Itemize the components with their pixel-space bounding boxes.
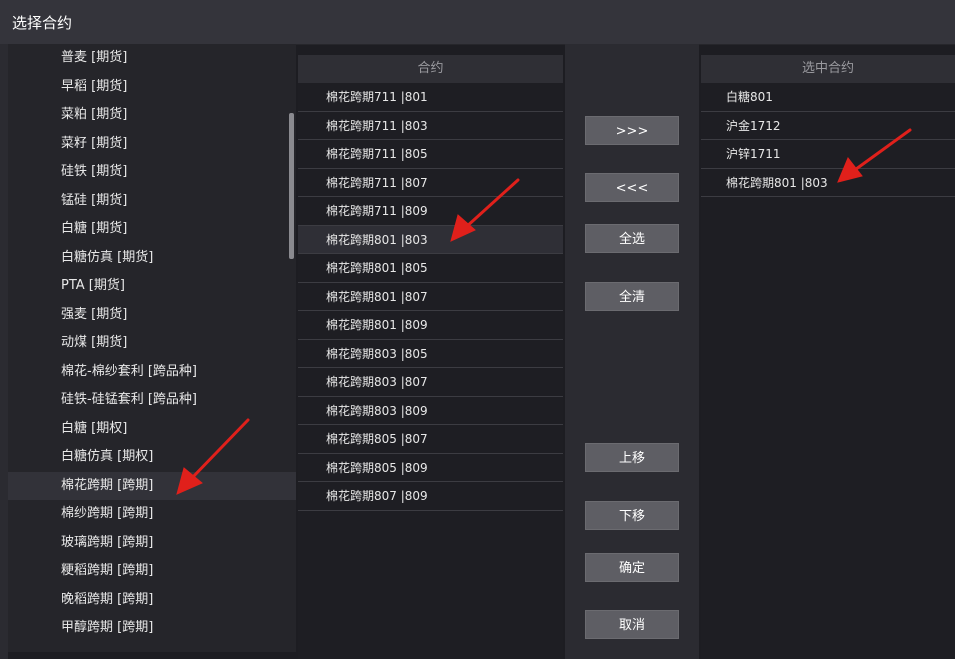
list-item[interactable]: 锰硅 [期货]: [8, 187, 296, 216]
table-row[interactable]: 棉花跨期801 |805: [298, 254, 563, 283]
table-row[interactable]: 白糖801: [701, 83, 955, 112]
table-row[interactable]: 棉花跨期711 |807: [298, 169, 563, 197]
contract-list: 合约 棉花跨期711 |801 棉花跨期711 |803 棉花跨期711 |80…: [298, 55, 563, 659]
list-item[interactable]: PTA [期货]: [8, 272, 296, 301]
table-row[interactable]: 棉花跨期711 |803: [298, 112, 563, 140]
cancel-button[interactable]: 取消: [585, 610, 679, 639]
list-item[interactable]: 晚稻跨期 [跨期]: [8, 586, 296, 615]
list-item[interactable]: 强麦 [期货]: [8, 301, 296, 330]
move-down-button[interactable]: 下移: [585, 501, 679, 530]
table-row[interactable]: 棉花跨期711 |809: [298, 197, 563, 226]
left-frame: [0, 44, 8, 659]
list-item[interactable]: 动煤 [期货]: [8, 329, 296, 358]
list-item[interactable]: 玻璃跨期 [跨期]: [8, 529, 296, 558]
list-item[interactable]: 菜籽 [期货]: [8, 130, 296, 159]
table-row[interactable]: 棉花跨期711 |805: [298, 140, 563, 169]
move-up-button[interactable]: 上移: [585, 443, 679, 472]
table-row-selected[interactable]: 棉花跨期801 |803: [298, 225, 563, 254]
window-title: 选择合约: [12, 14, 73, 32]
table-row[interactable]: 棉花跨期805 |809: [298, 454, 563, 482]
list-item[interactable]: 棉花-棉纱套利 [跨品种]: [8, 358, 296, 387]
contract-column-header: 合约: [298, 55, 563, 83]
title-bar: 选择合约: [0, 0, 955, 45]
table-row[interactable]: 棉花跨期711 |801: [298, 83, 563, 112]
table-row[interactable]: 沪锌1711: [701, 140, 955, 169]
list-item[interactable]: 菜粕 [期货]: [8, 101, 296, 130]
clear-all-button[interactable]: 全清: [585, 282, 679, 311]
list-item[interactable]: 白糖仿真 [期货]: [8, 244, 296, 273]
action-button-column: >>> <<< 全选 全清 上移 下移 确定 取消: [565, 44, 699, 659]
list-item[interactable]: 硅铁 [期货]: [8, 158, 296, 187]
remove-button[interactable]: <<<: [585, 173, 679, 202]
list-item[interactable]: 白糖仿真 [期权]: [8, 443, 296, 472]
table-row[interactable]: 棉花跨期805 |807: [298, 425, 563, 454]
list-item[interactable]: 白糖 [期货]: [8, 215, 296, 244]
list-item-selected[interactable]: 棉花跨期 [跨期]: [8, 471, 296, 500]
list-item[interactable]: 硅铁-硅锰套利 [跨品种]: [8, 386, 296, 415]
add-button[interactable]: >>>: [585, 116, 679, 145]
selected-contract-list: 选中合约 白糖801 沪金1712 沪锌1711 棉花跨期801 |803: [701, 55, 955, 659]
table-row[interactable]: 棉花跨期803 |805: [298, 340, 563, 368]
ok-button[interactable]: 确定: [585, 553, 679, 582]
list-item[interactable]: 棉纱跨期 [跨期]: [8, 500, 296, 529]
table-row[interactable]: 棉花跨期801 |803: [701, 169, 955, 197]
list-item[interactable]: 早稻 [期货]: [8, 73, 296, 102]
left-scrollbar[interactable]: [289, 113, 294, 259]
list-item[interactable]: 白糖 [期权]: [8, 415, 296, 444]
table-row[interactable]: 棉花跨期807 |809: [298, 482, 563, 511]
list-item[interactable]: 普麦 [期货]: [8, 44, 296, 73]
table-row[interactable]: 棉花跨期801 |809: [298, 311, 563, 340]
table-row[interactable]: 棉花跨期801 |807: [298, 283, 563, 311]
product-list: 普麦 [期货] 早稻 [期货] 菜粕 [期货] 菜籽 [期货] 硅铁 [期货] …: [8, 44, 296, 652]
select-all-button[interactable]: 全选: [585, 224, 679, 253]
selected-column-header: 选中合约: [701, 55, 955, 83]
table-row[interactable]: 沪金1712: [701, 112, 955, 140]
table-row[interactable]: 棉花跨期803 |807: [298, 368, 563, 397]
list-item[interactable]: 甲醇跨期 [跨期]: [8, 614, 296, 643]
list-item[interactable]: 粳稻跨期 [跨期]: [8, 557, 296, 586]
table-row[interactable]: 棉花跨期803 |809: [298, 397, 563, 425]
